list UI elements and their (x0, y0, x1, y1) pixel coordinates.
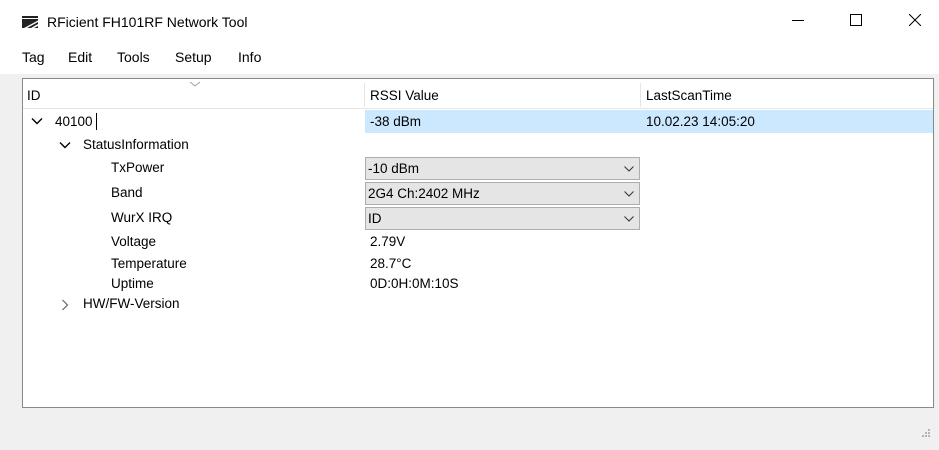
dropdown-arrow-icon (624, 216, 634, 222)
sort-caret-icon (189, 81, 201, 87)
maximize-button[interactable] (833, 0, 879, 40)
text-cursor (96, 113, 97, 130)
title-bar: RFicient FH101RF Network Tool (0, 0, 939, 40)
wurx-irq-value: ID (368, 211, 382, 226)
close-button[interactable] (892, 0, 938, 40)
menu-edit[interactable]: Edit (68, 49, 92, 65)
app-window: RFicient FH101RF Network Tool Tag Edit T… (0, 0, 939, 450)
column-header-lastscan[interactable]: LastScanTime (646, 88, 732, 103)
voltage-value: 2.79V (370, 234, 406, 249)
maximize-icon (850, 14, 862, 26)
band-select[interactable]: 2G4 Ch:2402 MHz (365, 182, 640, 205)
txpower-label: TxPower (111, 160, 165, 175)
menu-info[interactable]: Info (238, 49, 261, 65)
status-information-node[interactable]: StatusInformation (83, 137, 189, 152)
txpower-select[interactable]: -10 dBm (365, 157, 640, 180)
menu-tools[interactable]: Tools (117, 49, 150, 65)
tag-rssi: -38 dBm (370, 114, 422, 129)
column-header-id[interactable]: ID (27, 88, 41, 103)
app-logo-icon (22, 16, 38, 28)
window-title: RFicient FH101RF Network Tool (47, 14, 248, 30)
txpower-value: -10 dBm (368, 161, 420, 176)
tag-lastscan: 10.02.23 14:05:20 (646, 114, 755, 129)
temperature-value: 28.7°C (370, 256, 412, 271)
chevron-right-icon[interactable] (61, 299, 69, 311)
close-icon (909, 14, 921, 26)
column-divider[interactable] (364, 83, 365, 107)
column-header-rssi[interactable]: RSSI Value (370, 88, 439, 103)
temperature-label: Temperature (111, 256, 187, 271)
hwfw-version-node[interactable]: HW/FW-Version (83, 296, 180, 311)
uptime-value: 0D:0H:0M:10S (370, 276, 459, 291)
wurx-irq-select[interactable]: ID (365, 207, 640, 230)
header-divider (23, 108, 933, 109)
minimize-button[interactable] (775, 0, 821, 40)
dropdown-arrow-icon (624, 191, 634, 197)
voltage-label: Voltage (111, 234, 157, 249)
chevron-down-icon[interactable] (59, 141, 71, 149)
minimize-icon (792, 20, 804, 21)
dropdown-arrow-icon (624, 166, 634, 172)
chevron-down-icon[interactable] (31, 117, 43, 125)
menu-setup[interactable]: Setup (175, 49, 212, 65)
band-value: 2G4 Ch:2402 MHz (368, 186, 480, 201)
resize-grip-icon[interactable] (921, 428, 931, 438)
uptime-label: Uptime (111, 276, 154, 291)
wurx-irq-label: WurX IRQ (111, 210, 173, 225)
tag-id[interactable]: 40100 (55, 114, 93, 129)
column-divider[interactable] (640, 83, 641, 107)
band-label: Band (111, 185, 143, 200)
menu-tag[interactable]: Tag (22, 49, 45, 65)
